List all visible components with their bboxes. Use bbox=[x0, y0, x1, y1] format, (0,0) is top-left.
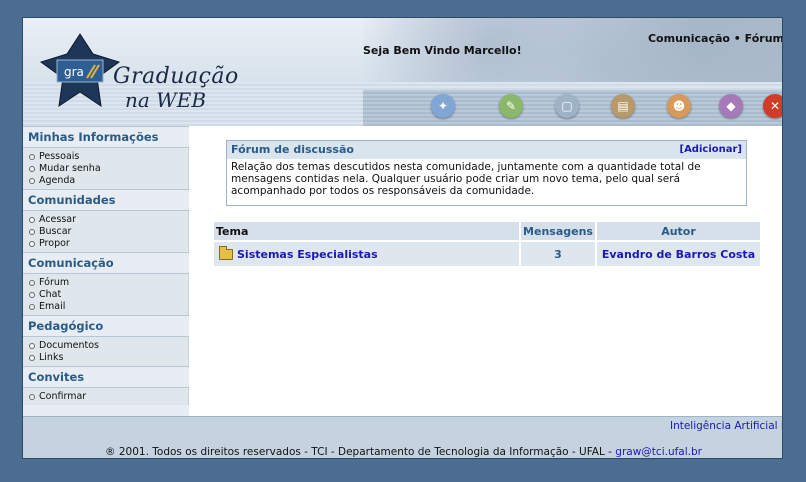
bullet-icon bbox=[29, 154, 35, 160]
sidebar-link-label: Chat bbox=[39, 289, 62, 300]
topics-table: Tema Mensagens Autor Sistemas Especialis… bbox=[212, 220, 762, 268]
sidebar-links: Documentos Links bbox=[23, 337, 189, 366]
add-topic-link[interactable]: [Adicionar] bbox=[680, 141, 743, 159]
forum-description: Relação dos temas descutidos nesta comun… bbox=[231, 161, 701, 197]
sidebar-link-label: Agenda bbox=[39, 175, 76, 186]
table-row: Sistemas Especialistas 3 Evandro de Barr… bbox=[214, 242, 760, 266]
bullet-icon bbox=[29, 178, 35, 184]
globe-icon[interactable]: ✦ bbox=[431, 94, 455, 118]
sidebar-link-mudar-senha[interactable]: Mudar senha bbox=[29, 163, 188, 175]
sidebar: Minhas Informações Pessoais Mudar senha … bbox=[23, 126, 189, 416]
app-window: gra Graduação na WEB Seja Bem Vindo Marc… bbox=[22, 17, 783, 459]
bullet-icon bbox=[29, 241, 35, 247]
footer: Inteligência Artificial I ® 2001. Todos … bbox=[23, 416, 782, 458]
sidebar-link-propor[interactable]: Propor bbox=[29, 238, 188, 250]
sidebar-link-label: Buscar bbox=[39, 226, 72, 237]
bullet-icon bbox=[29, 304, 35, 310]
folder-icon bbox=[219, 245, 233, 260]
sidebar-link-buscar[interactable]: Buscar bbox=[29, 226, 188, 238]
sidebar-section-comunicacao: Comunicação Fórum Chat Email bbox=[23, 252, 189, 315]
sidebar-link-confirmar[interactable]: Confirmar bbox=[29, 391, 188, 403]
sidebar-links: Pessoais Mudar senha Agenda bbox=[23, 148, 189, 189]
sidebar-link-label: Email bbox=[39, 301, 66, 312]
bullet-icon bbox=[29, 280, 35, 286]
column-header-tema: Tema bbox=[214, 222, 519, 240]
sidebar-links: Confirmar bbox=[23, 388, 189, 405]
logo-badge-text: gra bbox=[64, 65, 84, 79]
sidebar-section-minhas-informacoes: Minhas Informações Pessoais Mudar senha … bbox=[23, 126, 189, 189]
bullet-icon bbox=[29, 166, 35, 172]
sidebar-section-pedagogico: Pedagógico Documentos Links bbox=[23, 315, 189, 366]
main-content: Fórum de discussão [Adicionar] Relação d… bbox=[189, 126, 782, 416]
sidebar-section-comunidades: Comunidades Acessar Buscar Propor bbox=[23, 189, 189, 252]
sidebar-link-chat[interactable]: Chat bbox=[29, 289, 188, 301]
close-icon[interactable]: ✕ bbox=[763, 94, 782, 118]
copyright-text: ® 2001. Todos os direitos reservados - T… bbox=[105, 446, 616, 458]
sidebar-link-label: Documentos bbox=[39, 340, 99, 351]
contact-email-link[interactable]: graw@tci.ufal.br bbox=[615, 446, 702, 458]
bullet-icon bbox=[29, 292, 35, 298]
book-icon[interactable]: ▤ bbox=[611, 94, 635, 118]
forum-title: Fórum de discussão bbox=[231, 143, 354, 156]
sidebar-link-label: Confirmar bbox=[39, 391, 87, 402]
column-header-mensagens: Mensagens bbox=[521, 222, 595, 240]
sidebar-link-label: Fórum bbox=[39, 277, 70, 288]
sidebar-link-email[interactable]: Email bbox=[29, 301, 188, 313]
sidebar-links: Fórum Chat Email bbox=[23, 274, 189, 315]
forum-info-box: Fórum de discussão [Adicionar] Relação d… bbox=[226, 140, 747, 206]
folder-icon[interactable]: ◆ bbox=[719, 94, 743, 118]
author-link[interactable]: Evandro de Barros Costa bbox=[597, 242, 760, 266]
sidebar-link-acessar[interactable]: Acessar bbox=[29, 214, 188, 226]
sidebar-link-label: Pessoais bbox=[39, 151, 80, 162]
notebook-icon[interactable]: ▢ bbox=[555, 94, 579, 118]
sidebar-section-title: Pedagógico bbox=[23, 315, 189, 337]
column-header-autor: Autor bbox=[597, 222, 760, 240]
sidebar-section-title: Minhas Informações bbox=[23, 126, 189, 148]
header-banner: gra Graduação na WEB Seja Bem Vindo Marc… bbox=[23, 18, 783, 126]
logo-subtitle: na WEB bbox=[125, 88, 207, 112]
table-header-row: Tema Mensagens Autor bbox=[214, 222, 760, 240]
sidebar-link-links[interactable]: Links bbox=[29, 352, 188, 364]
sidebar-section-title: Comunicação bbox=[23, 252, 189, 274]
welcome-message: Seja Bem Vindo Marcello! bbox=[363, 44, 522, 57]
bullet-icon bbox=[29, 355, 35, 361]
bullet-icon bbox=[29, 217, 35, 223]
topic-title: Sistemas Especialistas bbox=[237, 247, 378, 261]
course-name[interactable]: Inteligência Artificial I bbox=[670, 420, 782, 432]
topic-cell: Sistemas Especialistas bbox=[214, 242, 519, 266]
sidebar-link-forum[interactable]: Fórum bbox=[29, 277, 188, 289]
sidebar-link-label: Mudar senha bbox=[39, 163, 101, 174]
sidebar-link-label: Propor bbox=[39, 238, 70, 249]
site-logo[interactable]: gra Graduação na WEB bbox=[35, 32, 245, 112]
messages-count: 3 bbox=[521, 242, 595, 266]
sidebar-link-label: Links bbox=[39, 352, 64, 363]
sidebar-link-documentos[interactable]: Documentos bbox=[29, 340, 188, 352]
topic-link[interactable]: Sistemas Especialistas bbox=[215, 245, 518, 261]
breadcrumb: Comunicação • Fórum bbox=[647, 32, 783, 45]
logo-star-icon: gra bbox=[39, 33, 121, 108]
sidebar-link-pessoais[interactable]: Pessoais bbox=[29, 151, 188, 163]
sidebar-link-label: Acessar bbox=[39, 214, 77, 225]
forum-header: Fórum de discussão [Adicionar] bbox=[227, 141, 746, 159]
bullet-icon bbox=[29, 229, 35, 235]
user-icon[interactable]: ☻ bbox=[667, 94, 691, 118]
logo-title: Graduação bbox=[113, 64, 239, 89]
bullet-icon bbox=[29, 394, 35, 400]
sidebar-links: Acessar Buscar Propor bbox=[23, 211, 189, 252]
tools-icon[interactable]: ✎ bbox=[499, 94, 523, 118]
sidebar-section-convites: Convites Confirmar bbox=[23, 366, 189, 405]
bullet-icon bbox=[29, 343, 35, 349]
sidebar-link-agenda[interactable]: Agenda bbox=[29, 175, 188, 187]
copyright-line: ® 2001. Todos os direitos reservados - T… bbox=[23, 446, 782, 458]
sidebar-section-title: Convites bbox=[23, 366, 189, 388]
sidebar-section-title: Comunidades bbox=[23, 189, 189, 211]
